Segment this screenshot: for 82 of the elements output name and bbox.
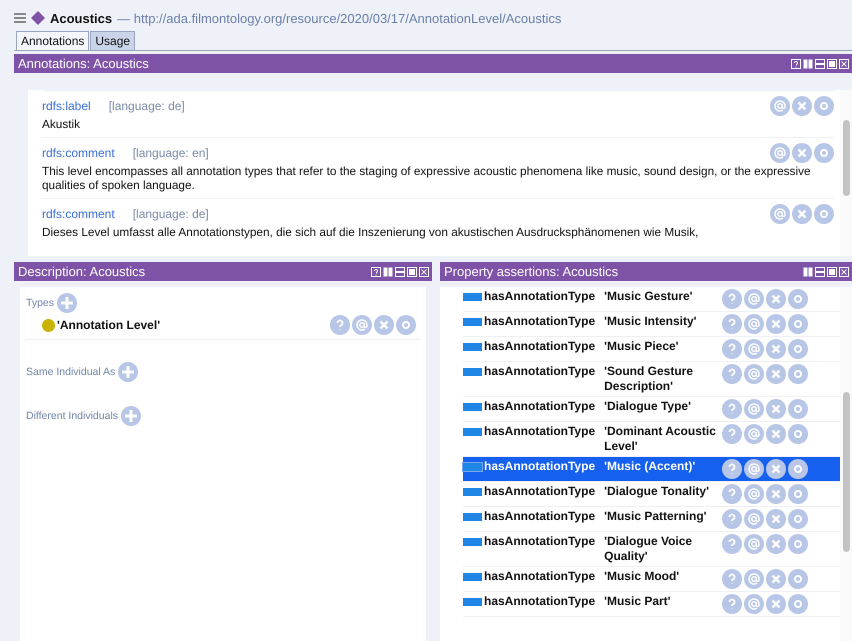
- data-property-icon: [463, 368, 482, 376]
- tab[interactable]: Usage: [90, 31, 136, 50]
- section-label: Same Individual As: [26, 366, 116, 378]
- data-property-icon: [463, 598, 482, 606]
- property-name: hasAnnotationType: [484, 569, 596, 584]
- property-value: 'Music Mood': [604, 569, 680, 584]
- annotation-value: Dieses Level umfasst alle Annotationstypen, die sich auf die Inszenierung von akustischen Ausdrucksphänomenen wie Musik,: [42, 225, 700, 239]
- add-icon[interactable]: [57, 293, 78, 313]
- annotation-value: This level encompasses all annotation types that refer to the staging of expressive acoustic phenomena like music, sound design, or the expressive qualities of spoken language.: [42, 164, 812, 192]
- panel-title: Description: Acoustics: [18, 264, 146, 279]
- panel-title: Annotations: Acoustics: [18, 56, 149, 71]
- property-value: 'Music Part': [604, 594, 672, 609]
- property-name: hasAnnotationType: [484, 399, 596, 414]
- section-label: Different Individuals: [26, 410, 118, 422]
- split-vertical-icon[interactable]: [803, 266, 813, 276]
- section-label: Types: [26, 297, 54, 309]
- entity-iri: — http://ada.filmontology.org/resource/2020/03/17/AnnotationLevel/Acoustics: [117, 10, 562, 26]
- split-vertical-icon[interactable]: [803, 58, 813, 68]
- data-property-icon: [463, 538, 482, 546]
- property-value: 'Music Patterning': [604, 509, 708, 524]
- property-name: hasAnnotationType: [484, 594, 596, 609]
- add-icon[interactable]: [121, 406, 142, 426]
- panel-title: Property assertions: Acoustics: [444, 264, 618, 279]
- annotation-value: Akustik: [42, 117, 82, 131]
- property-value: 'Music Intensity': [604, 314, 698, 329]
- property-name: hasAnnotationType: [484, 364, 596, 379]
- close-icon[interactable]: [839, 266, 849, 276]
- diamond-icon: [31, 11, 45, 25]
- data-property-icon: [463, 403, 482, 411]
- property-value: 'Music Piece': [604, 339, 680, 354]
- ring-icon[interactable]: [788, 459, 808, 479]
- annotation-property[interactable]: rdfs:label: [42, 99, 91, 113]
- scrollbar[interactable]: [840, 287, 852, 641]
- window-title: Acoustics: [50, 10, 112, 26]
- close-icon[interactable]: [419, 266, 429, 276]
- split-horizontal-icon[interactable]: [395, 266, 405, 276]
- property-value: 'Sound Gesture Description': [604, 364, 694, 394]
- at-icon[interactable]: [744, 459, 764, 479]
- help-icon[interactable]: [371, 266, 381, 276]
- data-property-icon: [463, 318, 482, 326]
- data-property-icon: [463, 488, 482, 496]
- language-tag: [language: de]: [108, 99, 770, 113]
- property-name: hasAnnotationType: [484, 314, 596, 329]
- property-value: 'Dominant Acoustic Level': [604, 424, 717, 454]
- maximize-icon[interactable]: [827, 58, 837, 68]
- assertion-row[interactable]: hasAnnotationType 'Music (Accent)': [463, 457, 840, 482]
- close-icon[interactable]: [766, 459, 786, 479]
- help-icon[interactable]: [791, 58, 801, 68]
- close-icon[interactable]: [839, 58, 849, 68]
- add-icon[interactable]: [118, 362, 138, 382]
- split-vertical-icon[interactable]: [383, 266, 393, 276]
- menu-icon[interactable]: [14, 13, 26, 23]
- property-name: hasAnnotationType: [484, 339, 596, 354]
- property-value: 'Dialogue Voice Quality': [604, 534, 694, 564]
- data-property-icon: [463, 513, 482, 521]
- maximize-icon[interactable]: [407, 266, 417, 276]
- property-value: 'Dialogue Type': [604, 399, 692, 414]
- property-name: hasAnnotationType: [484, 534, 596, 549]
- split-horizontal-icon[interactable]: [815, 58, 825, 68]
- split-horizontal-icon[interactable]: [815, 266, 825, 276]
- data-property-icon: [463, 293, 482, 301]
- tab[interactable]: Annotations: [16, 31, 90, 50]
- language-tag: [language: en]: [132, 146, 770, 160]
- property-name: hasAnnotationType: [484, 289, 596, 304]
- property-name: hasAnnotationType: [484, 424, 596, 439]
- type-label[interactable]: 'Annotation Level': [57, 318, 330, 332]
- annotation-property[interactable]: rdfs:comment: [42, 207, 115, 221]
- scrollbar[interactable]: [840, 90, 852, 256]
- data-property-icon: [463, 343, 482, 351]
- property-value: 'Music (Accent)': [604, 459, 696, 474]
- property-value: 'Music Gesture': [604, 289, 694, 304]
- language-tag: [language: de]: [132, 207, 770, 221]
- property-name: hasAnnotationType: [484, 459, 596, 474]
- annotation-property[interactable]: rdfs:comment: [42, 146, 115, 160]
- data-property-icon: [463, 573, 482, 581]
- help-icon[interactable]: [722, 459, 742, 479]
- data-property-icon: [463, 463, 482, 471]
- maximize-icon[interactable]: [827, 266, 837, 276]
- property-value: 'Dialogue Tonality': [604, 484, 710, 499]
- property-name: hasAnnotationType: [484, 484, 596, 499]
- data-property-icon: [463, 428, 482, 436]
- property-name: hasAnnotationType: [484, 509, 596, 524]
